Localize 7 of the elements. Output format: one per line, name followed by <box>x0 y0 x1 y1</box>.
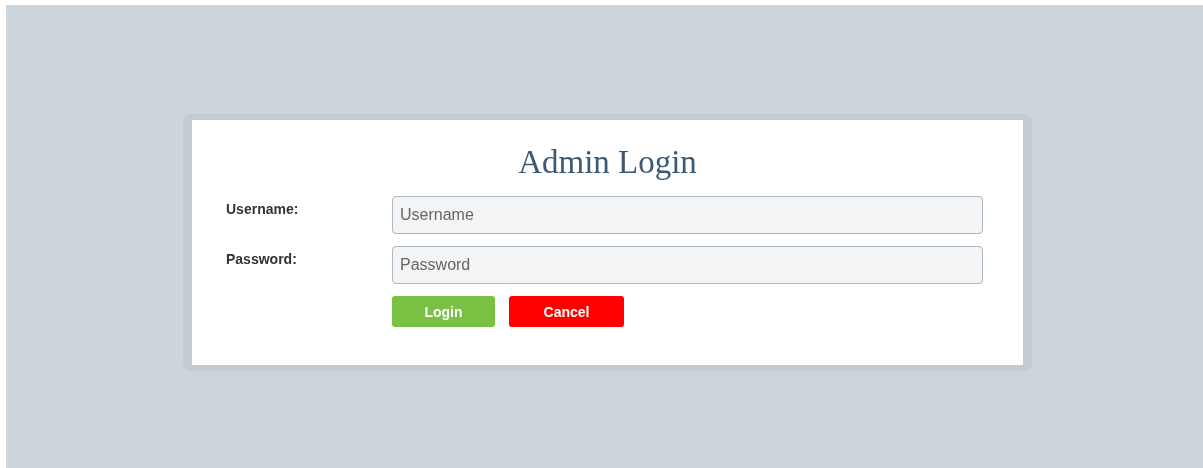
login-button[interactable]: Login <box>392 296 495 327</box>
field-label: Password: <box>226 250 297 267</box>
input-field[interactable]: Username <box>392 196 983 234</box>
input-field[interactable]: Password <box>392 246 983 284</box>
cancel-button[interactable]: Cancel <box>509 296 624 327</box>
login-title: Admin Login <box>518 143 697 182</box>
field-label: Username: <box>226 200 299 217</box>
